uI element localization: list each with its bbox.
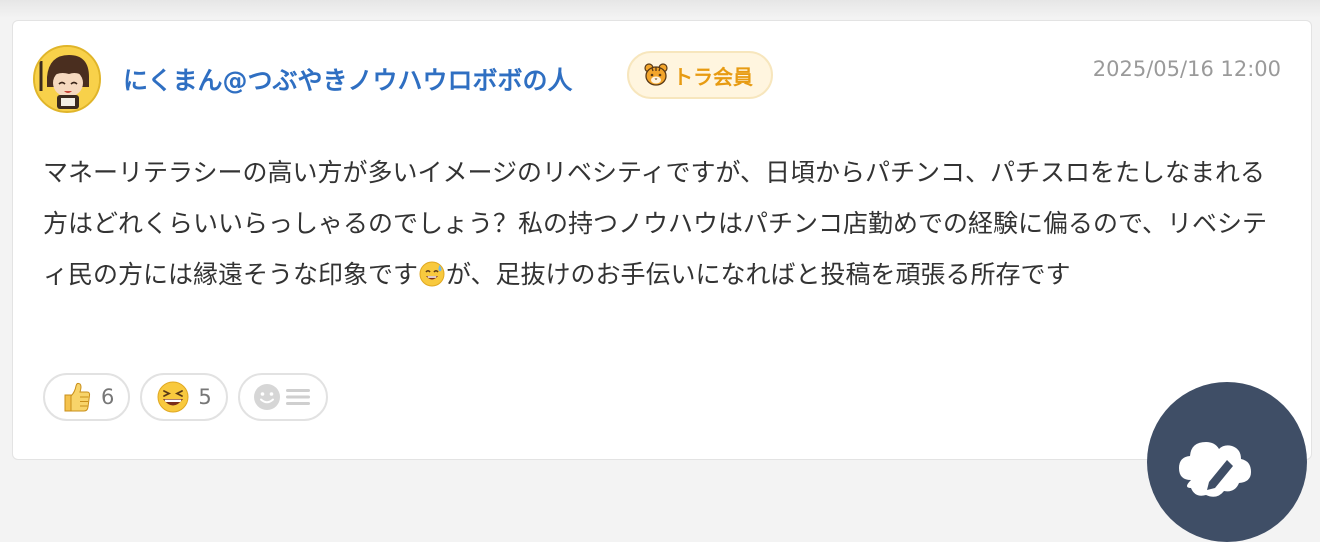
grinning-squint-icon [157,381,189,413]
badge-label: トラ会員 [673,64,753,89]
reaction-count: 5 [198,385,212,409]
member-badge: トラ会員 [627,51,773,99]
reaction-laugh[interactable]: 5 [140,373,228,421]
avatar-illustration [35,47,99,111]
compose-button[interactable] [1147,382,1307,542]
author-name[interactable]: にくまん@つぶやきノウハウロボボの人 [123,61,573,97]
top-shadow [0,0,1320,18]
post-timestamp: 2025/05/16 12:00 [1092,57,1281,81]
avatar[interactable] [33,45,101,113]
reaction-thumbs-up[interactable]: 6 [43,373,131,421]
post-card: にくまん@つぶやきノウハウロボボの人 トラ会員 2025/05/16 12:00… [12,20,1312,460]
add-reaction-button[interactable] [237,373,328,421]
pencil-icon [1179,442,1251,497]
post-body-text-2: が、足抜けのお手伝いになればと投稿を頑張る所存です [446,260,1071,289]
thumbs-up-icon [64,382,91,412]
add-reaction-icon [253,384,310,410]
sweat-smile-emoji [419,261,445,287]
post-body: マネーリテラシーの高い方が多いイメージのリベシティですが、日頃からパチンコ、パチ… [43,147,1273,300]
tiger-icon [644,63,668,86]
reaction-bar: 6 5 [43,373,328,421]
reaction-count: 6 [101,385,115,409]
